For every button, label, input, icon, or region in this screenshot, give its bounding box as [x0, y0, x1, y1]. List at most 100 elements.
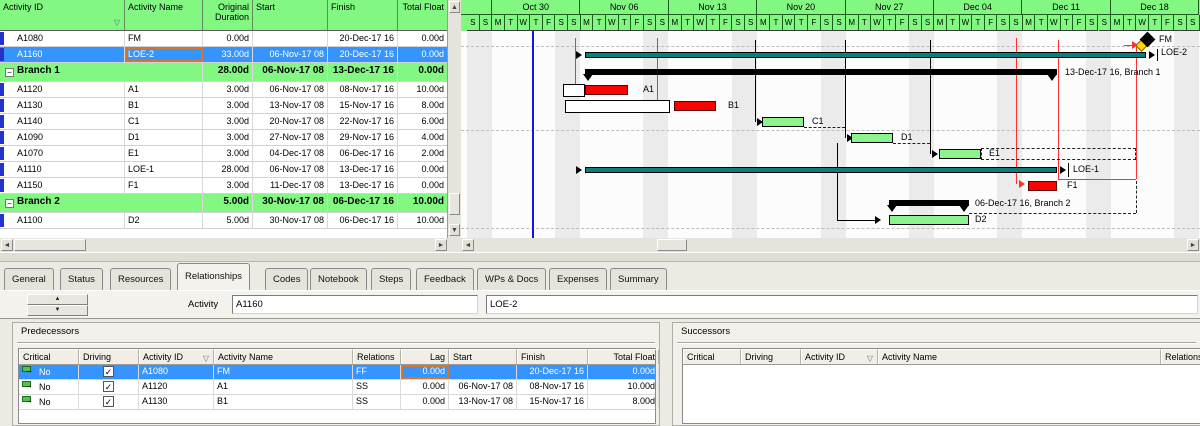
column-header[interactable]: Activity Name [878, 349, 1161, 364]
column-header[interactable]: Activity ID▽ [0, 0, 125, 30]
gantt-bar-e1[interactable] [939, 149, 981, 159]
tab-steps[interactable]: Steps [371, 268, 411, 290]
gantt-bar-a1-early[interactable] [563, 84, 585, 97]
gantt-bar-c1[interactable] [762, 117, 804, 127]
sort-filter-icon[interactable]: ▽ [867, 354, 873, 363]
tab-wps-docs[interactable]: WPs & Docs [477, 268, 546, 290]
timescale-day[interactable]: T [1149, 15, 1162, 31]
timescale-day[interactable]: W [694, 15, 707, 31]
timescale-day[interactable]: S [1010, 15, 1023, 31]
column-header[interactable]: Relations [1161, 349, 1200, 364]
column-header[interactable]: Activity ID▽ [801, 349, 878, 364]
tab-codes[interactable]: Codes [265, 268, 308, 290]
scroll-left-button[interactable]: ◄ [462, 239, 474, 251]
column-header[interactable]: Critical [19, 349, 79, 364]
collapse-icon[interactable]: − [0, 194, 14, 212]
gantt-bar-f1[interactable] [1028, 181, 1057, 191]
timescale-day[interactable]: S [467, 15, 480, 31]
relationship-row[interactable]: →No✓A1130B1SS0.00d13-Nov-17 0815-Nov-17 … [19, 395, 655, 410]
gantt-bar-d1[interactable] [851, 133, 893, 143]
gantt-bar-a1[interactable] [585, 85, 628, 95]
timescale-day[interactable]: M [846, 15, 859, 31]
timescale-day[interactable]: M [1111, 15, 1124, 31]
timescale-week[interactable]: Dec 18 [1111, 0, 1199, 15]
timescale-day[interactable]: T [593, 15, 606, 31]
gantt-bar-branch2[interactable] [889, 200, 969, 206]
timescale-week[interactable]: Oct 30 [492, 0, 580, 15]
timescale-day[interactable]: S [909, 15, 922, 31]
timescale-day[interactable]: T [884, 15, 897, 31]
column-header[interactable]: Start [253, 0, 328, 30]
gantt-bar-loe2[interactable] [585, 52, 1146, 58]
horizontal-scroll-thumb[interactable] [14, 239, 86, 251]
timescale-day[interactable]: S [1187, 15, 1200, 31]
column-header[interactable]: Start [449, 349, 517, 364]
timescale-day[interactable]: M [1023, 15, 1036, 31]
scroll-up-button[interactable]: ▲ [449, 1, 460, 13]
timescale-day[interactable]: T [1061, 15, 1074, 31]
horizontal-scroll-thumb[interactable] [657, 239, 687, 251]
collapse-icon[interactable]: − [0, 63, 14, 81]
timescale-day[interactable]: F [631, 15, 644, 31]
timescale-week[interactable]: Dec 11 [1022, 0, 1110, 15]
tab-notebook[interactable]: Notebook [310, 268, 367, 290]
column-header[interactable]: Activity Name [125, 0, 203, 30]
driving-checkbox[interactable]: ✓ [103, 381, 114, 392]
column-header[interactable]: Driving [79, 349, 139, 364]
timescale-day[interactable]: S [480, 15, 493, 31]
gantt-bar-branch1[interactable] [585, 69, 1057, 75]
spinner-down-button[interactable]: ▼ [27, 305, 88, 316]
column-header[interactable]: Activity Name [214, 349, 353, 364]
activity-id-field[interactable] [232, 295, 478, 314]
timescale-day[interactable]: F [1073, 15, 1086, 31]
timescale-day[interactable]: S [922, 15, 935, 31]
column-header[interactable]: Total Float [398, 0, 448, 30]
timescale-day[interactable]: M [581, 15, 594, 31]
timescale-day[interactable]: S [568, 15, 581, 31]
timescale-day[interactable]: W [871, 15, 884, 31]
driving-checkbox[interactable]: ✓ [103, 396, 114, 407]
timescale-week[interactable]: Nov 27 [846, 0, 934, 15]
timescale-day[interactable]: T [770, 15, 783, 31]
timescale-day[interactable]: M [757, 15, 770, 31]
tab-summary[interactable]: Summary [610, 268, 667, 290]
gantt-bar-loe1[interactable] [585, 167, 1057, 173]
activity-name-field[interactable] [486, 295, 1198, 314]
vertical-scroll-thumb[interactable] [449, 193, 460, 215]
timescale-day[interactable]: M [669, 15, 682, 31]
table-row[interactable]: A1110LOE-128.00d06-Nov-17 0813-Dec-17 16… [0, 162, 447, 178]
column-header[interactable]: Finish [328, 0, 398, 30]
timescale-week[interactable] [461, 0, 492, 15]
group-row[interactable]: −Branch 128.00d06-Nov-17 0813-Dec-17 160… [0, 63, 447, 82]
tab-resources[interactable]: Resources [110, 268, 171, 290]
scroll-right-button[interactable]: ► [435, 239, 447, 251]
table-row[interactable]: A1160LOE-233.00d06-Nov-17 0820-Dec-17 16… [0, 47, 447, 63]
table-row[interactable]: A1090D13.00d27-Nov-17 0829-Nov-17 164.00… [0, 130, 447, 146]
timescale-day[interactable]: F [985, 15, 998, 31]
timescale-week[interactable]: Nov 06 [580, 0, 668, 15]
timescale-day[interactable]: S [1099, 15, 1112, 31]
column-header[interactable]: Relations [353, 349, 401, 364]
gantt-bar-b1[interactable] [674, 101, 716, 111]
spinner-up-button[interactable]: ▲ [27, 294, 88, 305]
tab-status[interactable]: Status [60, 268, 103, 290]
relationship-row[interactable]: →No✓A1120A1SS0.00d06-Nov-17 0808-Nov-17 … [19, 380, 655, 395]
timescale-day[interactable]: W [518, 15, 531, 31]
timescale-day[interactable]: T [795, 15, 808, 31]
table-row[interactable]: A1070E13.00d04-Dec-17 0806-Dec-17 162.00… [0, 146, 447, 162]
timescale-day[interactable]: M [934, 15, 947, 31]
timescale-day[interactable]: T [707, 15, 720, 31]
group-row[interactable]: −Branch 25.00d30-Nov-17 0806-Dec-17 1610… [0, 194, 447, 213]
column-header[interactable]: Lag [401, 349, 449, 364]
sort-filter-icon[interactable]: ▽ [203, 354, 209, 363]
column-header[interactable]: Finish [517, 349, 588, 364]
driving-checkbox[interactable]: ✓ [103, 366, 114, 377]
timescale-day[interactable]: S [644, 15, 657, 31]
timescale-day[interactable]: W [606, 15, 619, 31]
timescale-day[interactable]: W [960, 15, 973, 31]
relationship-row[interactable]: →No✓A1080FMFF0.00d20-Dec-17 160.00d [19, 365, 655, 380]
collapse-minus-icon[interactable]: − [5, 199, 14, 208]
timescale-day[interactable]: F [1162, 15, 1175, 31]
timescale-day[interactable]: S [745, 15, 758, 31]
table-row[interactable]: A1150F13.00d11-Dec-17 0813-Dec-17 160.00… [0, 178, 447, 194]
